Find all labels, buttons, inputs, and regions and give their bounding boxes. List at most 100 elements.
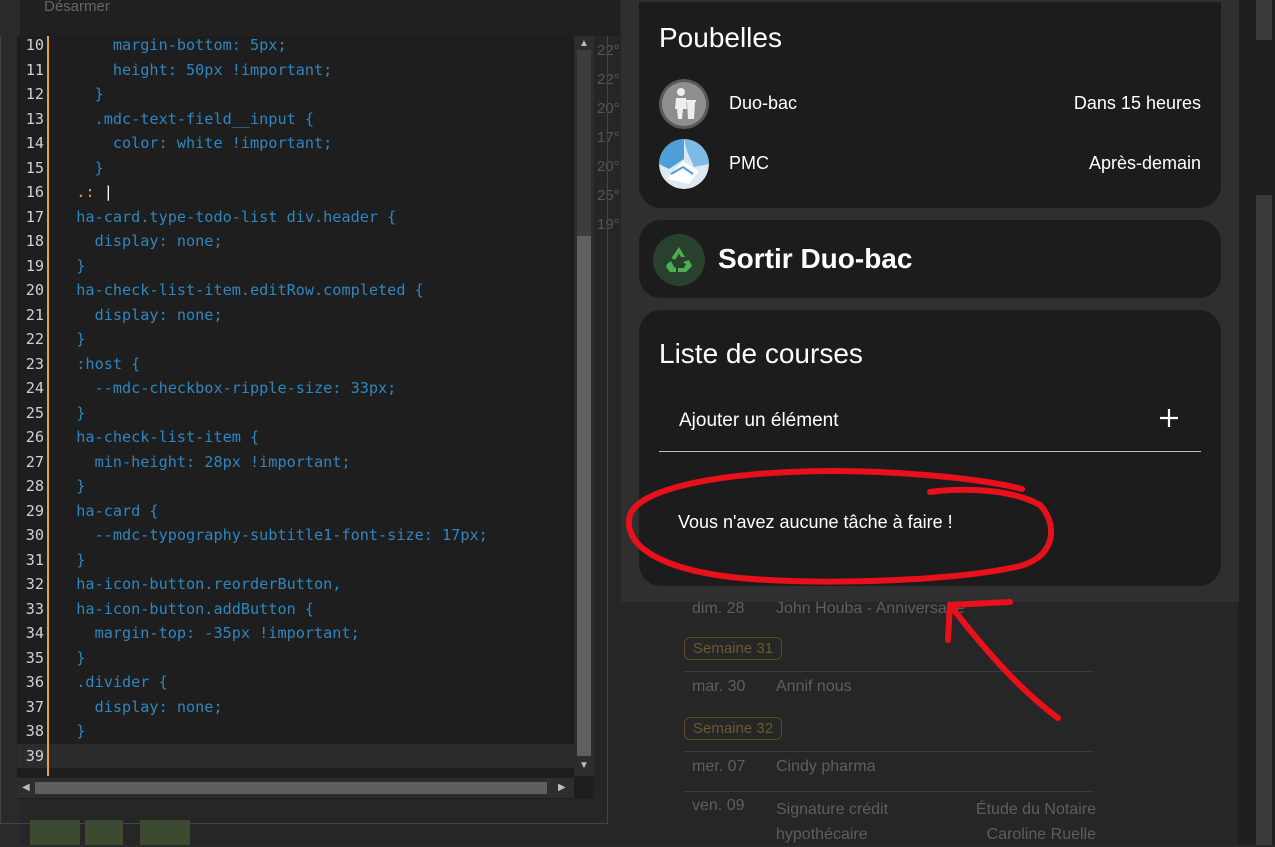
yaml-code-editor[interactable]: 10 margin-bottom: 5px; 11 height: 50px !i… bbox=[17, 36, 594, 799]
code-line[interactable]: 36 .divider { bbox=[17, 670, 574, 695]
code-area[interactable]: 10 margin-bottom: 5px; 11 height: 50px !i… bbox=[17, 36, 574, 776]
code-text: .: | bbox=[58, 183, 113, 201]
code-line[interactable]: 32 ha-icon-button.reorderButton, bbox=[17, 572, 574, 597]
page-scrollbar[interactable] bbox=[1256, 195, 1272, 845]
line-number: 38 bbox=[25, 722, 44, 740]
reminder-card-title: Sortir Duo-bac bbox=[718, 243, 913, 274]
line-number: 34 bbox=[25, 624, 44, 642]
line-number: 15 bbox=[25, 158, 44, 177]
line-number: 14 bbox=[25, 134, 44, 152]
pmc-label: PMC bbox=[729, 153, 769, 173]
code-line[interactable]: 24 --mdc-checkbox-ripple-size: 33px; bbox=[17, 376, 574, 401]
line-number: 25 bbox=[25, 403, 44, 422]
agenda-row[interactable]: mar. 30 Annif nous bbox=[684, 671, 1094, 702]
scroll-thumb[interactable] bbox=[35, 782, 547, 794]
code-line[interactable]: 13 .mdc-text-field__input { bbox=[17, 107, 574, 132]
scroll-right-icon[interactable]: ▶ bbox=[558, 782, 566, 793]
code-line[interactable]: 35 } bbox=[17, 646, 574, 671]
line-number: 18 bbox=[25, 232, 44, 250]
code-line[interactable]: 11 height: 50px !important; bbox=[17, 58, 574, 83]
code-line[interactable]: 23 :host { bbox=[17, 352, 574, 377]
code-line[interactable]: 12 } bbox=[17, 82, 574, 107]
code-text: margin-top: -35px !important; bbox=[58, 624, 360, 642]
code-line[interactable]: 26 ha-check-list-item { bbox=[17, 425, 574, 450]
line-number: 24 bbox=[25, 379, 44, 397]
line-number: 30 bbox=[25, 526, 44, 544]
week-badge: Semaine 32 bbox=[684, 717, 783, 740]
shopping-list-title: Liste de courses bbox=[659, 338, 863, 369]
line-number: 35 bbox=[25, 648, 44, 667]
code-text: color: white !important; bbox=[58, 134, 333, 152]
code-text: ha-card { bbox=[58, 501, 159, 520]
code-line[interactable]: 21 display: none; bbox=[17, 303, 574, 328]
line-number: 19 bbox=[25, 256, 44, 275]
week-badge: Semaine 31 bbox=[684, 637, 783, 660]
scroll-left-icon[interactable]: ◀ bbox=[22, 782, 30, 793]
code-line[interactable]: 10 margin-bottom: 5px; bbox=[17, 36, 574, 58]
line-number: 29 bbox=[25, 501, 44, 520]
agenda-row[interactable]: mer. 07 Cindy pharma bbox=[684, 751, 1094, 782]
editor-horizontal-scrollbar[interactable]: ◀ ▶ bbox=[17, 778, 574, 798]
line-number: 12 bbox=[25, 85, 44, 103]
add-item-button[interactable] bbox=[1159, 402, 1179, 436]
line-number: 28 bbox=[25, 477, 44, 495]
line-number: 20 bbox=[25, 281, 44, 299]
reminder-card[interactable]: Sortir Duo-bac bbox=[639, 220, 1221, 298]
line-number: 22 bbox=[25, 330, 44, 348]
duo-bac-icon bbox=[659, 79, 709, 129]
code-line[interactable]: 22 } bbox=[17, 327, 574, 352]
code-text: } bbox=[58, 550, 86, 569]
line-number: 27 bbox=[25, 452, 44, 471]
duo-bac-schedule: Dans 15 heures bbox=[1073, 93, 1201, 113]
code-text: } bbox=[58, 722, 86, 740]
line-number: 11 bbox=[25, 60, 44, 79]
code-text: display: none; bbox=[58, 305, 223, 324]
pmc-schedule: Après-demain bbox=[1088, 153, 1201, 173]
code-line[interactable]: 16 .: | bbox=[17, 180, 574, 205]
code-line[interactable]: 30 --mdc-typography-subtitle1-font-size:… bbox=[17, 523, 574, 548]
code-text: margin-bottom: 5px; bbox=[58, 36, 287, 54]
scroll-thumb[interactable] bbox=[577, 236, 591, 756]
page-scrollbar-top[interactable] bbox=[1256, 0, 1272, 40]
line-number: 23 bbox=[25, 354, 44, 373]
code-line[interactable]: 25 } bbox=[17, 401, 574, 426]
code-line[interactable]: 29 ha-card { bbox=[17, 499, 574, 524]
code-line[interactable]: 31 } bbox=[17, 548, 574, 573]
code-line[interactable]: 17 ha-card.type-todo-list div.header { bbox=[17, 205, 574, 230]
plus-icon[interactable] bbox=[1159, 408, 1179, 428]
add-item-input[interactable]: Ajouter un élément bbox=[679, 410, 839, 432]
code-text: .mdc-text-field__input { bbox=[58, 109, 315, 128]
code-text: --mdc-typography-subtitle1-font-size: 17… bbox=[58, 526, 488, 544]
code-text: ha-card.type-todo-list div.header { bbox=[58, 207, 397, 226]
scroll-down-icon[interactable]: ▼ bbox=[579, 760, 589, 771]
code-line[interactable]: 37 display: none; bbox=[17, 695, 574, 720]
code-line[interactable]: 19 } bbox=[17, 254, 574, 279]
code-line[interactable]: 20 ha-check-list-item.editRow.completed … bbox=[17, 278, 574, 303]
line-number: 26 bbox=[25, 428, 44, 446]
scroll-up-icon[interactable]: ▲ bbox=[579, 38, 589, 49]
code-line[interactable]: 15 } bbox=[17, 156, 574, 181]
trash-card: Poubelles Duo-bac Dans 15 heures PMC Apr… bbox=[639, 2, 1221, 208]
agenda-row[interactable]: ven. 09 Signature crédit hypothécaire Ét… bbox=[684, 791, 1096, 844]
code-text: :host { bbox=[58, 354, 141, 373]
line-number: 16 bbox=[25, 183, 44, 201]
code-line[interactable]: 38 } bbox=[17, 719, 574, 744]
code-line[interactable]: 28 } bbox=[17, 474, 574, 499]
code-text: min-height: 28px !important; bbox=[58, 452, 351, 471]
line-number: 33 bbox=[25, 599, 44, 618]
code-line[interactable]: 33 ha-icon-button.addButton { bbox=[17, 597, 574, 622]
code-text: } bbox=[58, 403, 86, 422]
code-text: height: 50px !important; bbox=[58, 60, 333, 79]
code-line[interactable]: 39 bbox=[17, 743, 574, 768]
pmc-icon bbox=[659, 139, 709, 189]
code-line[interactable]: 14 color: white !important; bbox=[17, 131, 574, 156]
code-text: display: none; bbox=[58, 697, 223, 716]
code-line[interactable]: 27 min-height: 28px !important; bbox=[17, 450, 574, 475]
code-text: } bbox=[58, 477, 86, 495]
code-line[interactable]: 34 margin-top: -35px !important; bbox=[17, 621, 574, 646]
code-text: } bbox=[58, 330, 86, 348]
code-text: ha-icon-button.addButton { bbox=[58, 599, 315, 618]
empty-list-message: Vous n'avez aucune tâche à faire ! bbox=[678, 512, 953, 532]
code-line[interactable]: 18 display: none; bbox=[17, 229, 574, 254]
editor-vertical-scrollbar[interactable]: ▲ ▼ bbox=[574, 36, 594, 776]
